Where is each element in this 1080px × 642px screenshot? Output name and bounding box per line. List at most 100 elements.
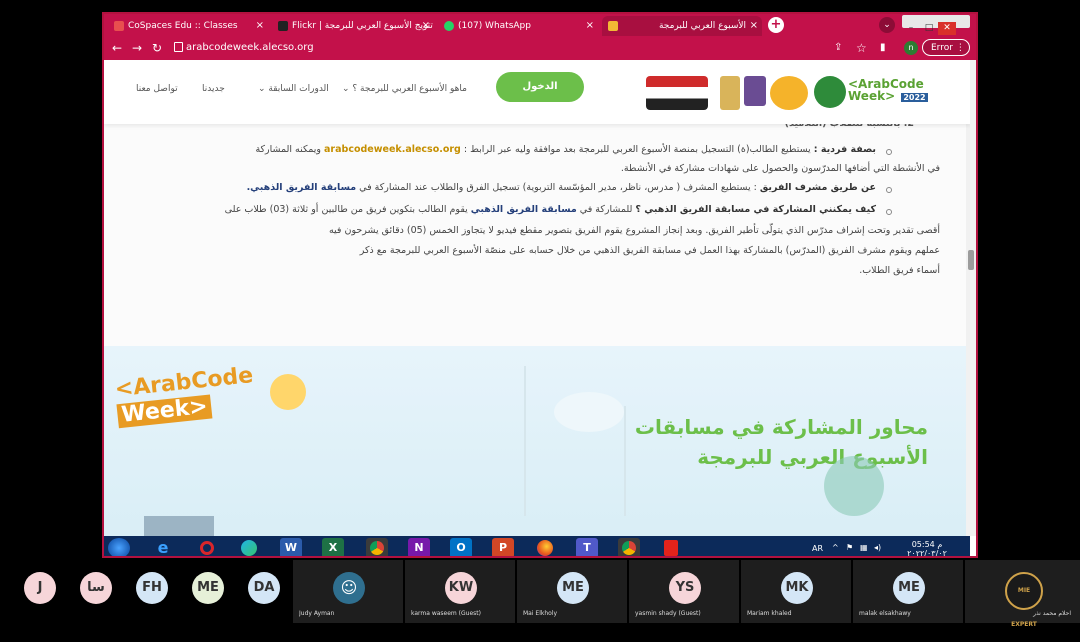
new-tab-button[interactable]: + <box>768 17 784 33</box>
nav-news[interactable]: جديدنا <box>202 84 225 94</box>
network-icon[interactable]: ▦ <box>860 543 868 552</box>
participant-name: Mai Elkholy <box>523 610 558 617</box>
tab-whatsapp[interactable]: (107) WhatsApp × <box>438 16 598 36</box>
minimize-button[interactable]: – <box>902 22 920 35</box>
site-header: تواصل معنا جديدنا الدورات السابقة ⌄ ماهو… <box>104 60 970 124</box>
teams-icon[interactable]: T <box>576 538 598 556</box>
participant-avatar[interactable]: سا <box>80 572 112 604</box>
participant-avatar[interactable]: FH <box>136 572 168 604</box>
nav-previous-editions[interactable]: الدورات السابقة ⌄ <box>258 84 329 94</box>
tab-search-button[interactable]: ⌄ <box>879 17 895 33</box>
nav-contact[interactable]: تواصل معنا <box>136 84 178 94</box>
scrollbar-thumb[interactable] <box>968 250 974 270</box>
firefox-icon[interactable] <box>537 540 553 556</box>
opera-icon[interactable] <box>200 541 214 555</box>
internet-explorer-icon[interactable]: e <box>152 538 174 556</box>
item-individual-line2: في الأنشطة التي أضافها المدرّسون والحصول… <box>620 163 940 174</box>
side-panel-icon[interactable]: ▮ <box>880 40 886 56</box>
clock[interactable]: 05:54 م ٢٠٢٢/٠٣/٠٢ <box>900 540 954 558</box>
profile-avatar[interactable]: n <box>904 41 918 55</box>
participant-tile[interactable]: MK Mariam khaled <box>741 560 851 623</box>
participant-tile[interactable]: ME Mai Elkholy <box>517 560 627 623</box>
excel-icon[interactable]: X <box>322 538 344 556</box>
tab-close-icon[interactable]: × <box>256 16 264 36</box>
participant-name: karma waseem (Guest) <box>411 610 481 617</box>
input-language[interactable]: AR <box>812 544 823 553</box>
participant-tile[interactable]: ME malak elsakhawy <box>853 560 963 623</box>
golden-team-link[interactable]: مسابقة الفريق الذهبي. <box>247 182 357 193</box>
person-icon: ☺ <box>333 572 365 604</box>
tray-overflow-icon[interactable]: ^ <box>832 543 839 552</box>
tab-close-icon[interactable]: × <box>586 16 594 36</box>
mie-expert-badge-icon: MIE EXPERT <box>1005 572 1043 628</box>
url-field[interactable]: arabcodeweek.alecso.org <box>186 42 314 53</box>
error-button[interactable]: Error ⋮ <box>922 39 970 56</box>
web-page: تواصل معنا جديدنا الدورات السابقة ⌄ ماهو… <box>104 60 970 536</box>
item-text: : يستطيع المشرف ( مدرس، ناظر، مدير المؤس… <box>356 182 760 193</box>
powerpoint-icon[interactable]: P <box>492 538 514 556</box>
participant-avatar: ME <box>893 572 925 604</box>
aue-logo-icon <box>770 76 808 110</box>
share-icon[interactable]: ⇪ <box>834 40 842 56</box>
meeting-participants-bar: J سا FH ME DA ☺ Judy Ayman KW karma wase… <box>0 560 1080 635</box>
item-line4: أسماء فريق الطلاب. <box>859 265 940 276</box>
item-title: عن طريق مشرف الفريق <box>759 182 876 193</box>
competition-banner: <ArabCode Week> محاور المشاركة في مسابقا… <box>104 346 970 536</box>
chrome-profile-icon[interactable] <box>622 541 636 555</box>
back-icon[interactable]: ← <box>112 40 122 56</box>
participant-avatar[interactable]: J <box>24 572 56 604</box>
participant-name: احلام محمد نذر <box>1033 610 1071 617</box>
windows-taskbar: e W X N O P T AR ^ ⚑ ▦ ◂) 05:54 م ٢٠٢٢/٠… <box>104 536 970 558</box>
clock-time: 05:54 م <box>911 540 943 549</box>
login-button[interactable]: الدخول <box>496 72 584 102</box>
nav-about[interactable]: ماهو الأسبوع العربي للبرمجة ؟ ⌄ <box>342 84 467 94</box>
tab-flickr[interactable]: Flickr | حفل تتويج الأسبوع العربي للبرمج… <box>272 16 434 36</box>
word-icon[interactable]: W <box>280 538 302 556</box>
participant-avatar: YS <box>669 572 701 604</box>
golden-team-link[interactable]: مسابقة الفريق الذهبي <box>471 204 577 215</box>
participant-avatar[interactable]: ME <box>192 572 224 604</box>
close-window-button[interactable]: ✕ <box>938 22 956 35</box>
kebab-menu-icon: ⋮ <box>955 43 965 53</box>
registration-link[interactable]: arabcodeweek.alecso.org <box>324 144 461 155</box>
tab-close-icon[interactable]: × <box>422 16 430 36</box>
chrome-icon[interactable] <box>370 541 384 555</box>
lock-icon[interactable] <box>174 42 183 52</box>
tab-cospaces[interactable]: CoSpaces Edu :: Classes × <box>108 16 268 36</box>
reload-icon[interactable]: ↻ <box>152 40 162 56</box>
browser-window: CoSpaces Edu :: Classes × Flickr | حفل ت… <box>102 12 978 558</box>
arabcodeweek-banner-logo: <ArabCode Week> <box>114 363 254 466</box>
item-text: للمشاركة في <box>576 204 636 215</box>
speaker-icon[interactable]: ◂) <box>874 543 881 552</box>
item-line2: أقصى تقدير وتحت إشراف مدرّس الذي يتولّى … <box>328 225 940 236</box>
tab-label: الأسبوع العربي للبرمجة <box>658 21 746 31</box>
participant-name: Judy Ayman <box>299 610 335 617</box>
bookmark-star-icon[interactable]: ☆ <box>856 40 867 56</box>
forward-icon[interactable]: → <box>132 40 142 56</box>
ministry-logo-icon <box>646 76 708 110</box>
participant-tile[interactable]: ☺ Judy Ayman <box>293 560 403 623</box>
acrobat-icon[interactable] <box>664 540 678 556</box>
tab-strip: CoSpaces Edu :: Classes × Flickr | حفل ت… <box>104 14 976 36</box>
bullet-icon <box>886 149 892 155</box>
item-individual: بصفة فردية : يستطيع الطالب(ة) التسجيل بم… <box>255 144 876 155</box>
onenote-icon[interactable]: N <box>408 538 430 556</box>
alecso-logo-icon <box>814 76 846 108</box>
clock-date: ٢٠٢٢/٠٣/٠٢ <box>907 549 947 558</box>
tab-label: (107) WhatsApp <box>458 21 531 31</box>
outlook-icon[interactable]: O <box>450 538 472 556</box>
participant-tile[interactable]: KW karma waseem (Guest) <box>405 560 515 623</box>
participant-avatar[interactable]: DA <box>248 572 280 604</box>
participant-tile[interactable]: YS yasmin shady (Guest) <box>629 560 739 623</box>
page-scrollbar[interactable] <box>966 60 976 536</box>
whatsapp-favicon-icon <box>444 21 454 31</box>
start-button-icon[interactable] <box>108 538 130 556</box>
participant-name: Mariam khaled <box>747 610 792 617</box>
tab-arabcodeweek[interactable]: الأسبوع العربي للبرمجة × <box>602 16 762 36</box>
maximize-button[interactable]: □ <box>920 22 938 35</box>
edge-icon[interactable] <box>241 540 257 556</box>
participant-avatar: KW <box>445 572 477 604</box>
flag-icon[interactable]: ⚑ <box>846 543 853 552</box>
participant-tile[interactable]: MIE EXPERT احلام محمد نذر <box>965 560 1080 628</box>
tab-close-icon[interactable]: × <box>750 16 758 36</box>
